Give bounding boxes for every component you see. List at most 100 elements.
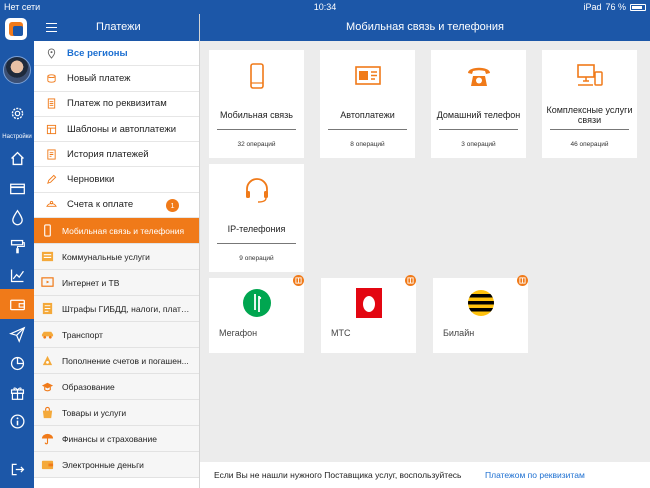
drop-icon[interactable] [0, 202, 34, 232]
tile-ip-telephony[interactable]: IP-телефония 9 операций [209, 164, 304, 272]
menu-item-new-payment[interactable]: Новый платеж [34, 66, 199, 92]
category-mobile[interactable]: Мобильная связь и телефония [34, 218, 199, 245]
payments-menu: Все регионы Новый платеж Платеж по рекви… [34, 41, 199, 219]
category-transport[interactable]: Транспорт [34, 322, 199, 349]
menu-item-regions[interactable]: Все регионы [34, 41, 199, 67]
umbrella-icon [40, 432, 54, 446]
sidebar-header: Платежи [34, 14, 199, 41]
category-utilities[interactable]: Коммунальные услуги [34, 244, 199, 271]
chart-icon[interactable] [0, 260, 34, 290]
pie-icon[interactable] [0, 348, 34, 378]
menu-item-label: История платежей [67, 148, 149, 160]
location-icon [45, 47, 57, 59]
category-emoney[interactable]: Электронные деньги [34, 452, 199, 479]
menu-item-history[interactable]: История платежей [34, 142, 199, 168]
pencil-icon [45, 174, 57, 186]
category-label: Интернет и ТВ [62, 277, 120, 288]
category-education[interactable]: Образование [34, 374, 199, 401]
bills-count-badge: 1 [166, 198, 179, 212]
category-label: Транспорт [62, 329, 103, 340]
gift-icon[interactable] [0, 377, 34, 407]
document-icon [45, 98, 57, 110]
category-label: Коммунальные услуги [62, 251, 150, 262]
tile-label: Автоплатежи [340, 110, 395, 120]
hamburger-menu-icon[interactable] [46, 23, 57, 32]
tile-label: Мобильная связь [220, 110, 293, 120]
provider-beeline[interactable]: Билайн [433, 275, 528, 353]
tile-divider [550, 129, 629, 130]
category-finance[interactable]: Финансы и страхование [34, 426, 199, 453]
menu-item-bills[interactable]: Счета к оплате 1 [34, 193, 199, 219]
menu-item-templates[interactable]: Шаблоны и автоплатежи [34, 117, 199, 143]
category-label: Финансы и страхование [62, 433, 157, 444]
footer-hint: Если Вы не нашли нужного Поставщика услу… [200, 462, 650, 488]
category-refill[interactable]: Пополнение счетов и погашен... [34, 348, 199, 375]
mobile-icon [209, 62, 304, 92]
wallet-icon[interactable] [0, 289, 34, 319]
menu-item-drafts[interactable]: Черновики [34, 167, 199, 193]
phone-icon [40, 224, 54, 238]
category-list: Мобильная связь и телефония Коммунальные… [34, 218, 199, 479]
card-icon[interactable] [0, 173, 34, 203]
beeline-logo [433, 288, 528, 318]
sidebar: Платежи Все регионы Новый платеж Платеж … [34, 14, 200, 488]
provider-name: Билайн [443, 328, 475, 338]
favorite-star-icon[interactable] [405, 275, 416, 286]
headset-icon [209, 176, 304, 206]
favorite-star-icon[interactable] [517, 275, 528, 286]
icon-rail: Настройки [0, 14, 34, 488]
battery-percent: 76 % [605, 2, 626, 12]
tile-count: 46 операций [570, 141, 609, 148]
tile-mobile[interactable]: Мобильная связь 32 операций [209, 50, 304, 158]
category-label: Образование [62, 381, 115, 392]
category-shopping[interactable]: Товары и услуги [34, 400, 199, 427]
template-icon [45, 123, 57, 135]
menu-item-label: Платеж по реквизитам [67, 98, 167, 110]
sidebar-title: Платежи [96, 21, 141, 33]
settings-label[interactable]: Настройки [0, 134, 34, 140]
favorite-star-icon[interactable] [293, 275, 304, 286]
menu-item-requisites[interactable]: Платеж по реквизитам [34, 92, 199, 117]
category-internet-tv[interactable]: Интернет и ТВ [34, 270, 199, 297]
menu-item-label: Счета к оплате [67, 199, 134, 211]
battery-icon [630, 3, 646, 11]
menu-item-label: Все регионы [67, 47, 128, 59]
tile-count: 32 операций [237, 141, 276, 148]
tile-divider [328, 129, 407, 130]
category-label: Электронные деньги [62, 459, 144, 470]
tile-complex-services[interactable]: Комплексные услуги связи 46 операций [542, 50, 637, 158]
settings-icon[interactable] [0, 98, 34, 128]
battery-status: iPad 76 % [583, 2, 646, 12]
home-icon[interactable] [0, 143, 34, 173]
provider-mts[interactable]: МТС [321, 275, 416, 353]
refill-icon [40, 354, 54, 368]
education-icon [40, 380, 54, 394]
clock: 10:34 [313, 2, 337, 12]
page-title: Мобильная связь и телефония [200, 14, 650, 41]
avatar[interactable] [3, 56, 31, 84]
menu-item-label: Черновики [67, 174, 115, 186]
mts-logo [321, 288, 416, 318]
info-icon[interactable] [0, 406, 34, 436]
tile-autopay[interactable]: Автоплатежи 8 операций [320, 50, 415, 158]
utilities-icon [40, 250, 54, 264]
provider-megafon[interactable]: Мегафон [209, 275, 304, 353]
category-fines[interactable]: Штрафы ГИБДД, налоги, плате... [34, 296, 199, 323]
tile-count: 8 операций [350, 141, 385, 148]
tile-label: Домашний телефон [436, 110, 521, 120]
tile-label: IP-телефония [227, 224, 286, 234]
app-logo[interactable] [5, 18, 27, 40]
footer-text: Если Вы не нашли нужного Поставщика услу… [214, 470, 462, 480]
tile-home-phone[interactable]: Домашний телефон 3 операций [431, 50, 526, 158]
requisites-payment-link[interactable]: Платежом по реквизитам [485, 470, 585, 480]
history-icon [45, 148, 57, 160]
bill-icon [45, 199, 57, 211]
emoney-icon [40, 458, 54, 472]
car-icon [40, 328, 54, 342]
autopay-icon [320, 62, 415, 92]
roller-icon[interactable] [0, 231, 34, 261]
send-icon[interactable] [0, 319, 34, 349]
exit-icon[interactable] [0, 454, 34, 484]
tile-count: 9 операций [239, 255, 274, 262]
tile-divider [217, 243, 296, 244]
